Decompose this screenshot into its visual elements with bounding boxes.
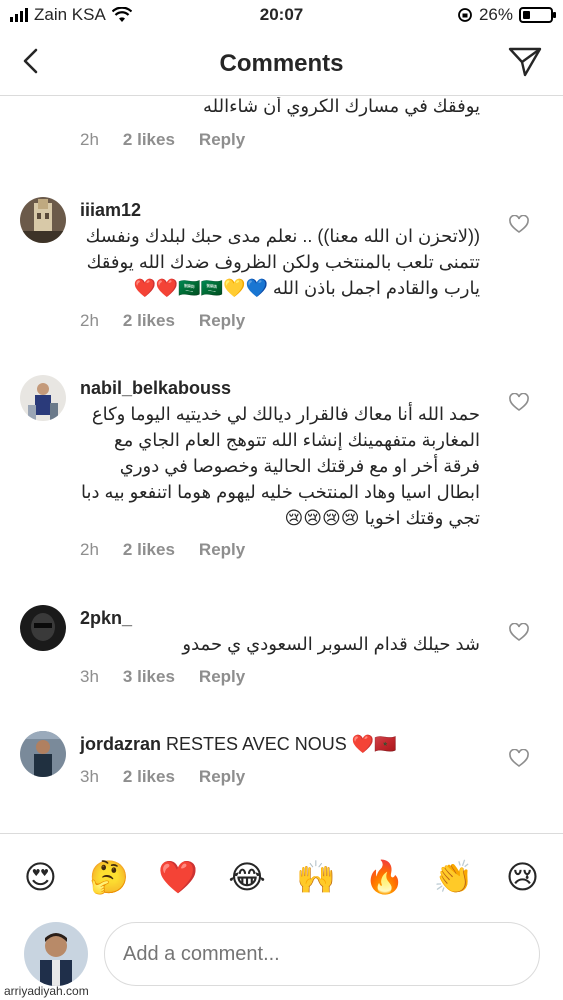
reply-button[interactable]: Reply <box>199 311 245 331</box>
comment-username[interactable]: jordazran <box>80 734 161 754</box>
fire-emoji-button[interactable]: 🔥 <box>365 857 405 897</box>
comment-time: 2h <box>80 130 99 149</box>
comment-text: 2pkn_ شد حيلك قدام السوبر السعودي ي حمدو <box>80 608 480 654</box>
battery-icon <box>519 7 556 23</box>
watermark: arriyadiyah.com <box>4 984 89 998</box>
reply-button[interactable]: Reply <box>199 767 245 787</box>
likes-count[interactable]: 2 likes <box>123 311 175 331</box>
emoji-bar: 😍 🤔 ❤️ 😂 🙌 🔥 👏 😢 <box>0 852 563 902</box>
comment-text: iiiam12 ((لاتحزن ان الله معنا)) .. نعلم … <box>80 200 480 298</box>
avatar <box>24 922 88 986</box>
nav-bar: Comments <box>0 32 563 96</box>
avatar[interactable] <box>20 731 66 777</box>
thinking-emoji-button[interactable]: 🤔 <box>89 857 129 897</box>
comment-text: nabil_belkabouss حمد الله أنا معاك فالقر… <box>80 378 480 528</box>
comment-meta: 3h 2 likes Reply <box>80 767 245 787</box>
raising-hands-emoji-button[interactable]: 🙌 <box>296 857 336 897</box>
comment-username[interactable]: nabil_belkabouss <box>80 378 231 398</box>
status-bar: Zain KSA 20:07 26% <box>0 0 563 32</box>
comment-meta: 2h 2 likes Reply <box>80 311 245 331</box>
comment-meta: 2h 2 likes Reply <box>80 540 245 560</box>
orientation-lock-icon <box>458 8 472 22</box>
comment-text: jordazran RESTES AVEC NOUS ❤️🇲🇦 <box>80 734 397 754</box>
tears-of-joy-emoji-button[interactable]: 😂 <box>227 857 267 897</box>
comment-list[interactable]: يوفقك في مسارك الكروي أن شاءالله 2h 2 li… <box>0 97 563 833</box>
avatar[interactable] <box>20 197 66 243</box>
comment-meta: 2h 2 likes Reply <box>80 130 245 150</box>
reply-button[interactable]: Reply <box>199 540 245 560</box>
clapping-emoji-button[interactable]: 👏 <box>434 857 474 897</box>
crying-emoji-button[interactable]: 😢 <box>503 857 543 897</box>
reply-button[interactable]: Reply <box>199 130 245 150</box>
comment-meta: 3h 3 likes Reply <box>80 667 245 687</box>
like-heart-icon[interactable] <box>509 215 529 235</box>
comment-time: 2h <box>80 311 99 330</box>
comment-time: 3h <box>80 767 99 786</box>
like-heart-icon[interactable] <box>509 393 529 413</box>
comment-time: 2h <box>80 540 99 559</box>
comment-username[interactable]: iiiam12 <box>80 200 141 220</box>
like-heart-icon[interactable] <box>509 749 529 769</box>
comment-time: 3h <box>80 667 99 686</box>
likes-count[interactable]: 2 likes <box>123 130 175 150</box>
comment-input[interactable] <box>104 922 540 986</box>
red-heart-emoji-button[interactable]: ❤️ <box>158 857 198 897</box>
likes-count[interactable]: 2 likes <box>123 540 175 560</box>
comment-username[interactable]: 2pkn_ <box>80 608 132 628</box>
avatar[interactable] <box>20 375 66 421</box>
comment-text: يوفقك في مسارك الكروي أن شاءالله <box>203 97 480 116</box>
direct-share-icon[interactable] <box>507 44 543 80</box>
avatar[interactable] <box>20 605 66 651</box>
like-heart-icon[interactable] <box>509 623 529 643</box>
divider <box>0 833 563 834</box>
heart-eyes-emoji-button[interactable]: 😍 <box>20 857 60 897</box>
page-title: Comments <box>219 50 344 77</box>
battery-percent: 26% <box>478 5 513 24</box>
reply-button[interactable]: Reply <box>199 667 245 687</box>
likes-count[interactable]: 2 likes <box>123 767 175 787</box>
likes-count[interactable]: 3 likes <box>123 667 175 687</box>
